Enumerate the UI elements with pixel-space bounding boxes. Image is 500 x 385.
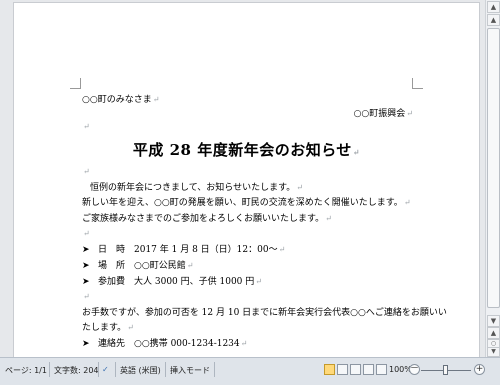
bullet-arrow-icon: ➤: [82, 277, 90, 287]
paragraph-mark: ↵: [255, 277, 262, 286]
insert-mode-indicator[interactable]: 挿入モード: [170, 365, 210, 376]
paragraph-mark: ↵: [83, 229, 90, 238]
sender: ○○町振興会: [353, 109, 406, 119]
paragraph-mark: ↵: [83, 122, 90, 131]
scroll-up-button[interactable]: ▲: [487, 1, 500, 13]
status-bar: ページ: 1/1 文字数: 204 ✓ 英語 (米国) 挿入モード 100% －…: [0, 357, 500, 385]
paragraph-mark: ↵: [406, 109, 413, 118]
bullet-arrow-icon: ➤: [82, 261, 90, 271]
zoom-out-button[interactable]: －: [409, 364, 420, 375]
previous-page-button[interactable]: ▲: [487, 327, 500, 339]
print-layout-view-button[interactable]: [324, 364, 335, 375]
paragraph-mark: ↵: [83, 292, 90, 301]
paragraph-mark: ↵: [152, 95, 160, 104]
body-line-3: ご家族様みなさまでのご参加をよろしくお願いいたします。↵: [82, 214, 332, 224]
paragraph-mark: ↵: [352, 147, 361, 157]
document-page[interactable]: ○○町のみなさま↵ ○○町振興会↵ ↵ 平成 28 年度新年会のお知らせ↵ ↵ …: [14, 3, 479, 357]
word-count[interactable]: 文字数: 204: [54, 365, 99, 376]
closing-line-2: たします。↵: [82, 323, 134, 333]
crop-mark-top-left: [70, 78, 81, 89]
paragraph-mark: ↵: [186, 261, 194, 270]
list-item: ➤ 日 時 2017 年 1 月 8 日（日）12：00～↵: [82, 245, 286, 255]
bullet-arrow-icon: ➤: [82, 339, 90, 349]
scroll-up-arrow-icon[interactable]: ▲: [487, 14, 500, 26]
paragraph-mark: ↵: [83, 167, 90, 176]
status-separator: [214, 362, 215, 377]
empty-line: ↵: [82, 121, 90, 133]
contact-line: ➤ 連絡先 ○○携帯 000-1234-1234↵: [82, 339, 248, 349]
paragraph-mark: ↵: [325, 214, 332, 223]
empty-line: ↵: [82, 291, 90, 303]
paragraph-mark: ↵: [240, 339, 248, 348]
zoom-slider-handle[interactable]: [443, 365, 448, 375]
scroll-down-arrow-icon[interactable]: ▼: [487, 315, 500, 327]
status-separator: [115, 362, 116, 377]
sender-line: ○○町振興会↵: [354, 108, 413, 120]
paragraph-mark: ↵: [127, 323, 134, 332]
bullet-arrow-icon: ➤: [82, 245, 90, 255]
status-separator: [49, 362, 50, 377]
next-page-button[interactable]: ▼: [487, 347, 500, 357]
paragraph-mark: ↵: [278, 245, 286, 254]
empty-line: ↵: [82, 228, 90, 240]
list-item: ➤ 参加費 大人 3000 円、子供 1000 円↵: [82, 277, 262, 287]
paragraph-mark: ↵: [296, 183, 303, 192]
scrollbar-thumb[interactable]: [487, 28, 500, 308]
status-separator: [98, 362, 99, 377]
full-screen-reading-view-button[interactable]: [337, 364, 348, 375]
status-separator: [165, 362, 166, 377]
empty-line: ↵: [82, 166, 90, 178]
vertical-scrollbar[interactable]: ▲ ▲ ▼ ▲ ○ ▼: [485, 0, 500, 357]
proofing-check-icon[interactable]: ✓: [102, 365, 109, 374]
document-title: 平成 28 年度新年会のお知らせ↵: [132, 141, 361, 159]
addressee: ○○町のみなさま: [82, 95, 152, 105]
zoom-in-button[interactable]: +: [474, 364, 485, 375]
body-line-1: 恒例の新年会につきまして、お知らせいたします。↵: [90, 183, 303, 193]
closing-line-1: お手数ですが、参加の可否を 12 月 10 日までに新年会実行会代表○○へご連絡…: [82, 308, 447, 318]
crop-mark-top-right: [412, 78, 423, 89]
page-indicator[interactable]: ページ: 1/1: [5, 365, 47, 376]
language-indicator[interactable]: 英語 (米国): [120, 365, 161, 376]
web-layout-view-button[interactable]: [350, 364, 361, 375]
addressee-line: ○○町のみなさま↵: [82, 94, 159, 106]
document-area[interactable]: ○○町のみなさま↵ ○○町振興会↵ ↵ 平成 28 年度新年会のお知らせ↵ ↵ …: [0, 0, 485, 357]
body-line-2: 新しい年を迎え、○○町の発展を願い、町民の交流を深めたく開催いたします。↵: [82, 198, 411, 208]
paragraph-mark: ↵: [403, 198, 411, 207]
outline-view-button[interactable]: [363, 364, 374, 375]
list-item: ➤ 場 所 ○○町公民館↵: [82, 261, 194, 271]
draft-view-button[interactable]: [376, 364, 387, 375]
